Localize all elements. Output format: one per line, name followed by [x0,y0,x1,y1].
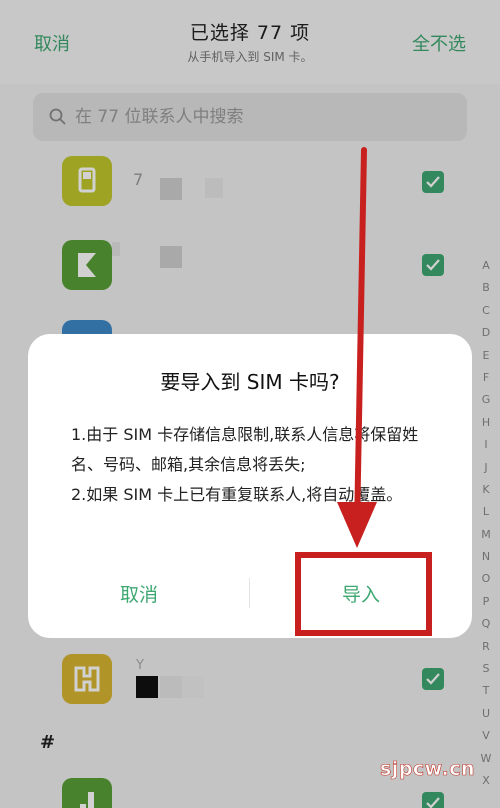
dialog-message: 1.由于 SIM 卡存储信息限制,联系人信息将保留姓名、号码、邮箱,其余信息将丢… [71,420,431,510]
import-confirm-dialog: 要导入到 SIM 卡吗? 1.由于 SIM 卡存储信息限制,联系人信息将保留姓名… [28,334,472,638]
watermark: sjpcw.cn [380,758,476,781]
dialog-title: 要导入到 SIM 卡吗? [160,370,340,394]
dialog-cancel-button[interactable]: 取消 [28,580,250,607]
dialog-message-line: 1.由于 SIM 卡存储信息限制,联系人信息将保留姓名、号码、邮箱,其余信息将丢… [71,425,419,474]
dialog-import-button[interactable]: 导入 [250,580,472,607]
dialog-message-line: 2.如果 SIM 卡上已有重复联系人,将自动覆盖。 [71,485,403,504]
